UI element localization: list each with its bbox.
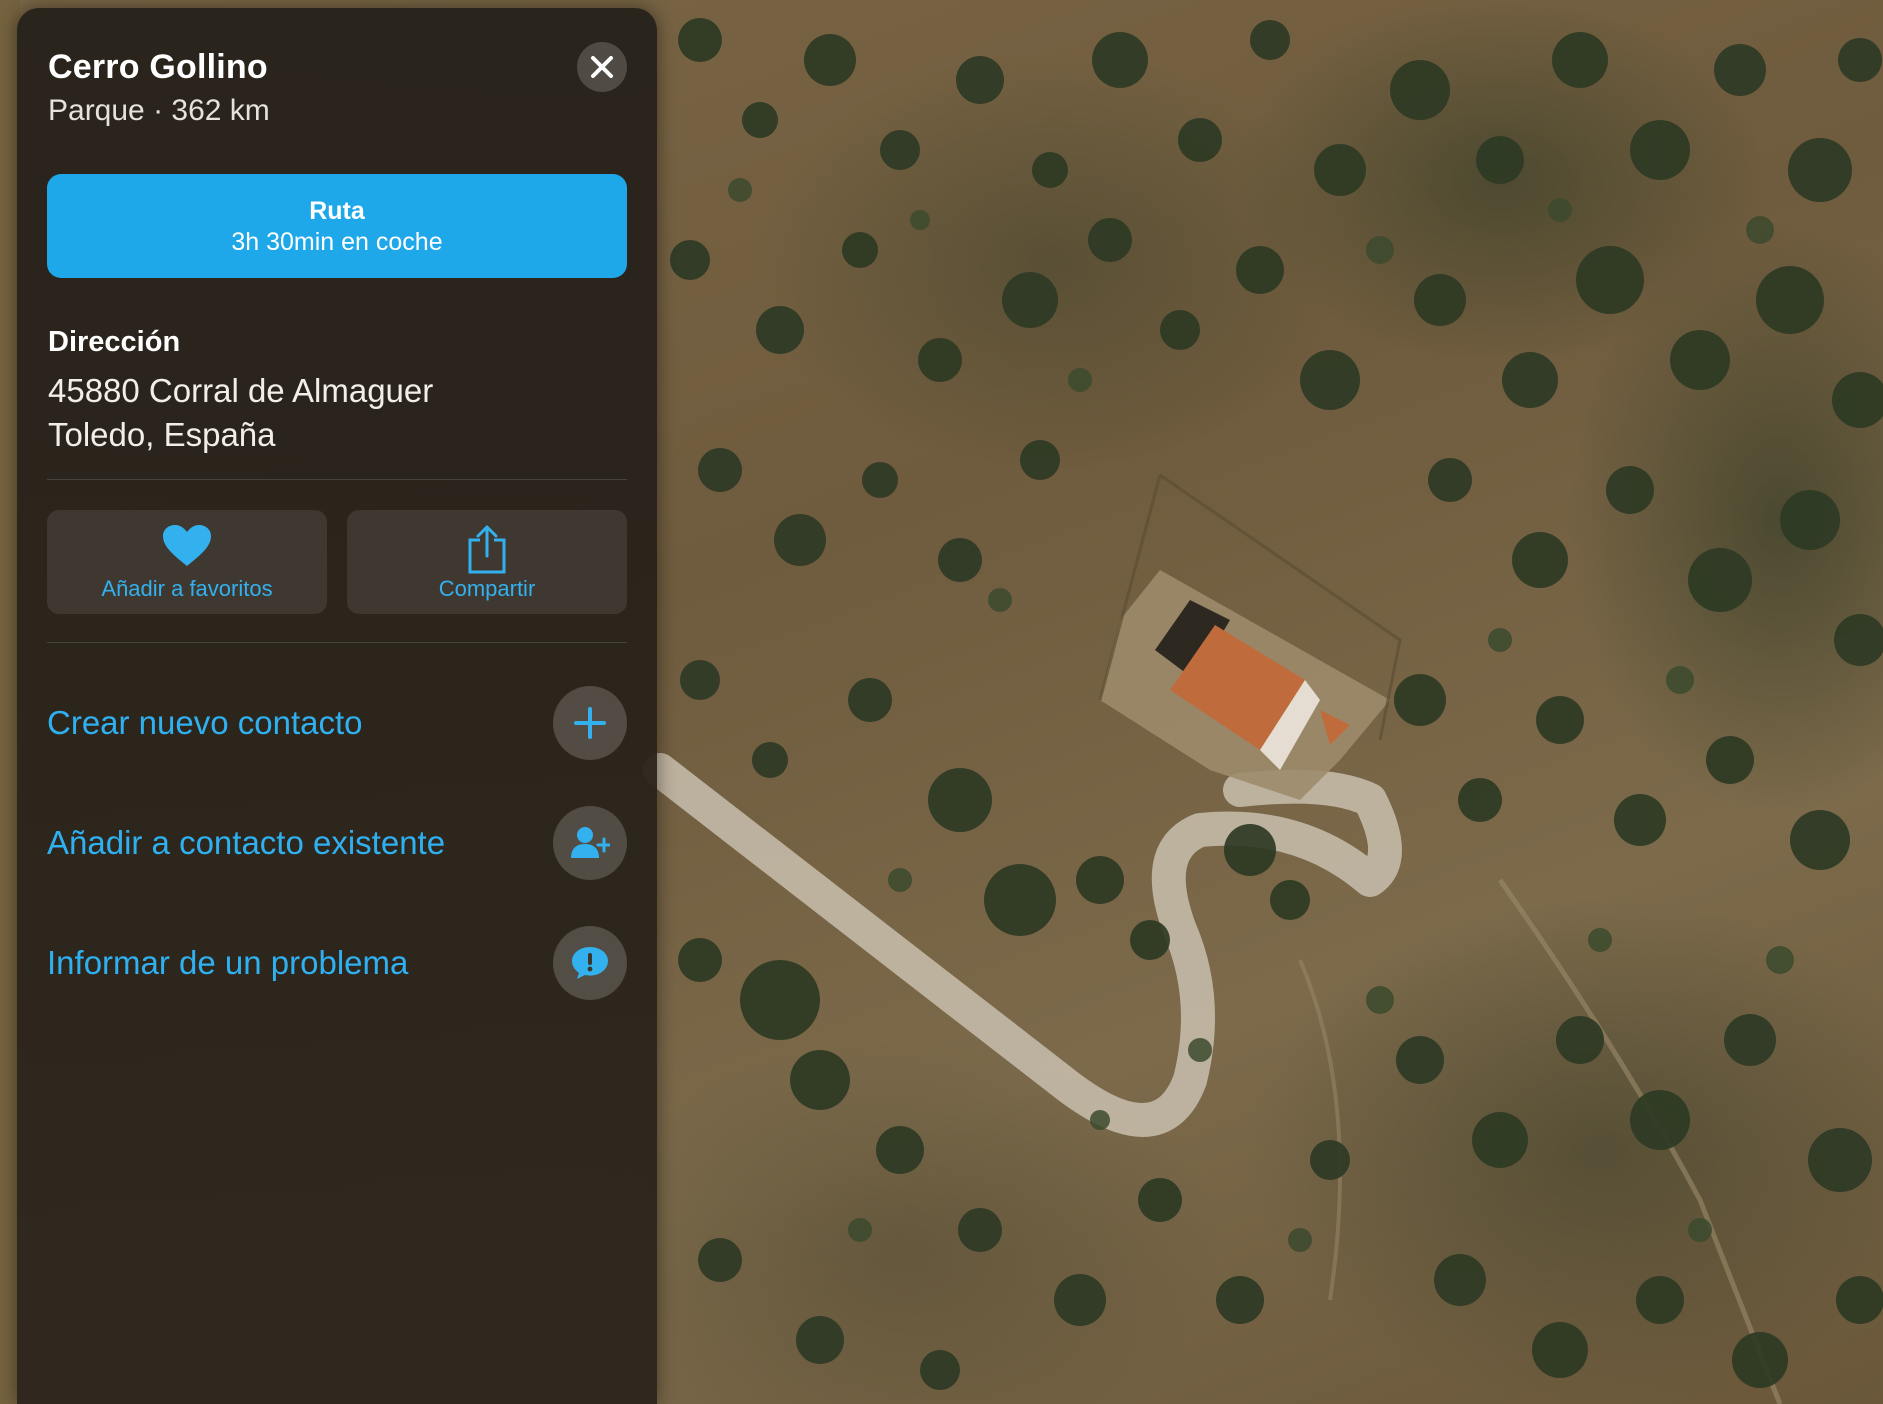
- route-duration: 3h 30min en coche: [231, 228, 443, 256]
- route-button[interactable]: Ruta 3h 30min en coche: [47, 174, 627, 278]
- plus-icon: [574, 707, 606, 739]
- divider: [47, 642, 627, 643]
- place-subtitle: Parque · 362 km: [48, 94, 270, 127]
- close-icon: [591, 56, 613, 78]
- heart-icon: [163, 525, 211, 566]
- create-new-contact-label: Crear nuevo contacto: [47, 704, 363, 741]
- report-problem-label: Informar de un problema: [47, 944, 409, 981]
- place-title: Cerro Gollino: [48, 48, 268, 86]
- divider: [47, 479, 627, 480]
- address-line-1: 45880 Corral de Almaguer: [48, 372, 434, 409]
- add-to-existing-contact-button[interactable]: [553, 806, 627, 880]
- share-icon: [468, 525, 506, 574]
- create-new-contact-row[interactable]: Crear nuevo contacto: [47, 685, 627, 761]
- route-label: Ruta: [309, 197, 365, 225]
- report-problem-row[interactable]: Informar de un problema: [47, 925, 627, 1001]
- add-to-favorites-button[interactable]: Añadir a favoritos: [47, 510, 327, 614]
- exclamation-bubble-icon: [572, 947, 608, 979]
- close-button[interactable]: [577, 42, 627, 92]
- add-to-existing-contact-label: Añadir a contacto existente: [47, 824, 446, 861]
- place-card: Cerro Gollino Parque · 362 km Ruta 3h 30…: [17, 8, 657, 1404]
- add-to-existing-contact-row[interactable]: Añadir a contacto existente: [47, 805, 627, 881]
- create-new-contact-button[interactable]: [553, 686, 627, 760]
- address-heading: Dirección: [48, 326, 181, 358]
- share-button[interactable]: Compartir: [347, 510, 627, 614]
- address-line-2: Toledo, España: [48, 416, 276, 453]
- add-to-favorites-label: Añadir a favoritos: [101, 576, 273, 601]
- report-problem-button[interactable]: [553, 926, 627, 1000]
- add-person-icon: [571, 827, 610, 858]
- share-label: Compartir: [438, 576, 536, 601]
